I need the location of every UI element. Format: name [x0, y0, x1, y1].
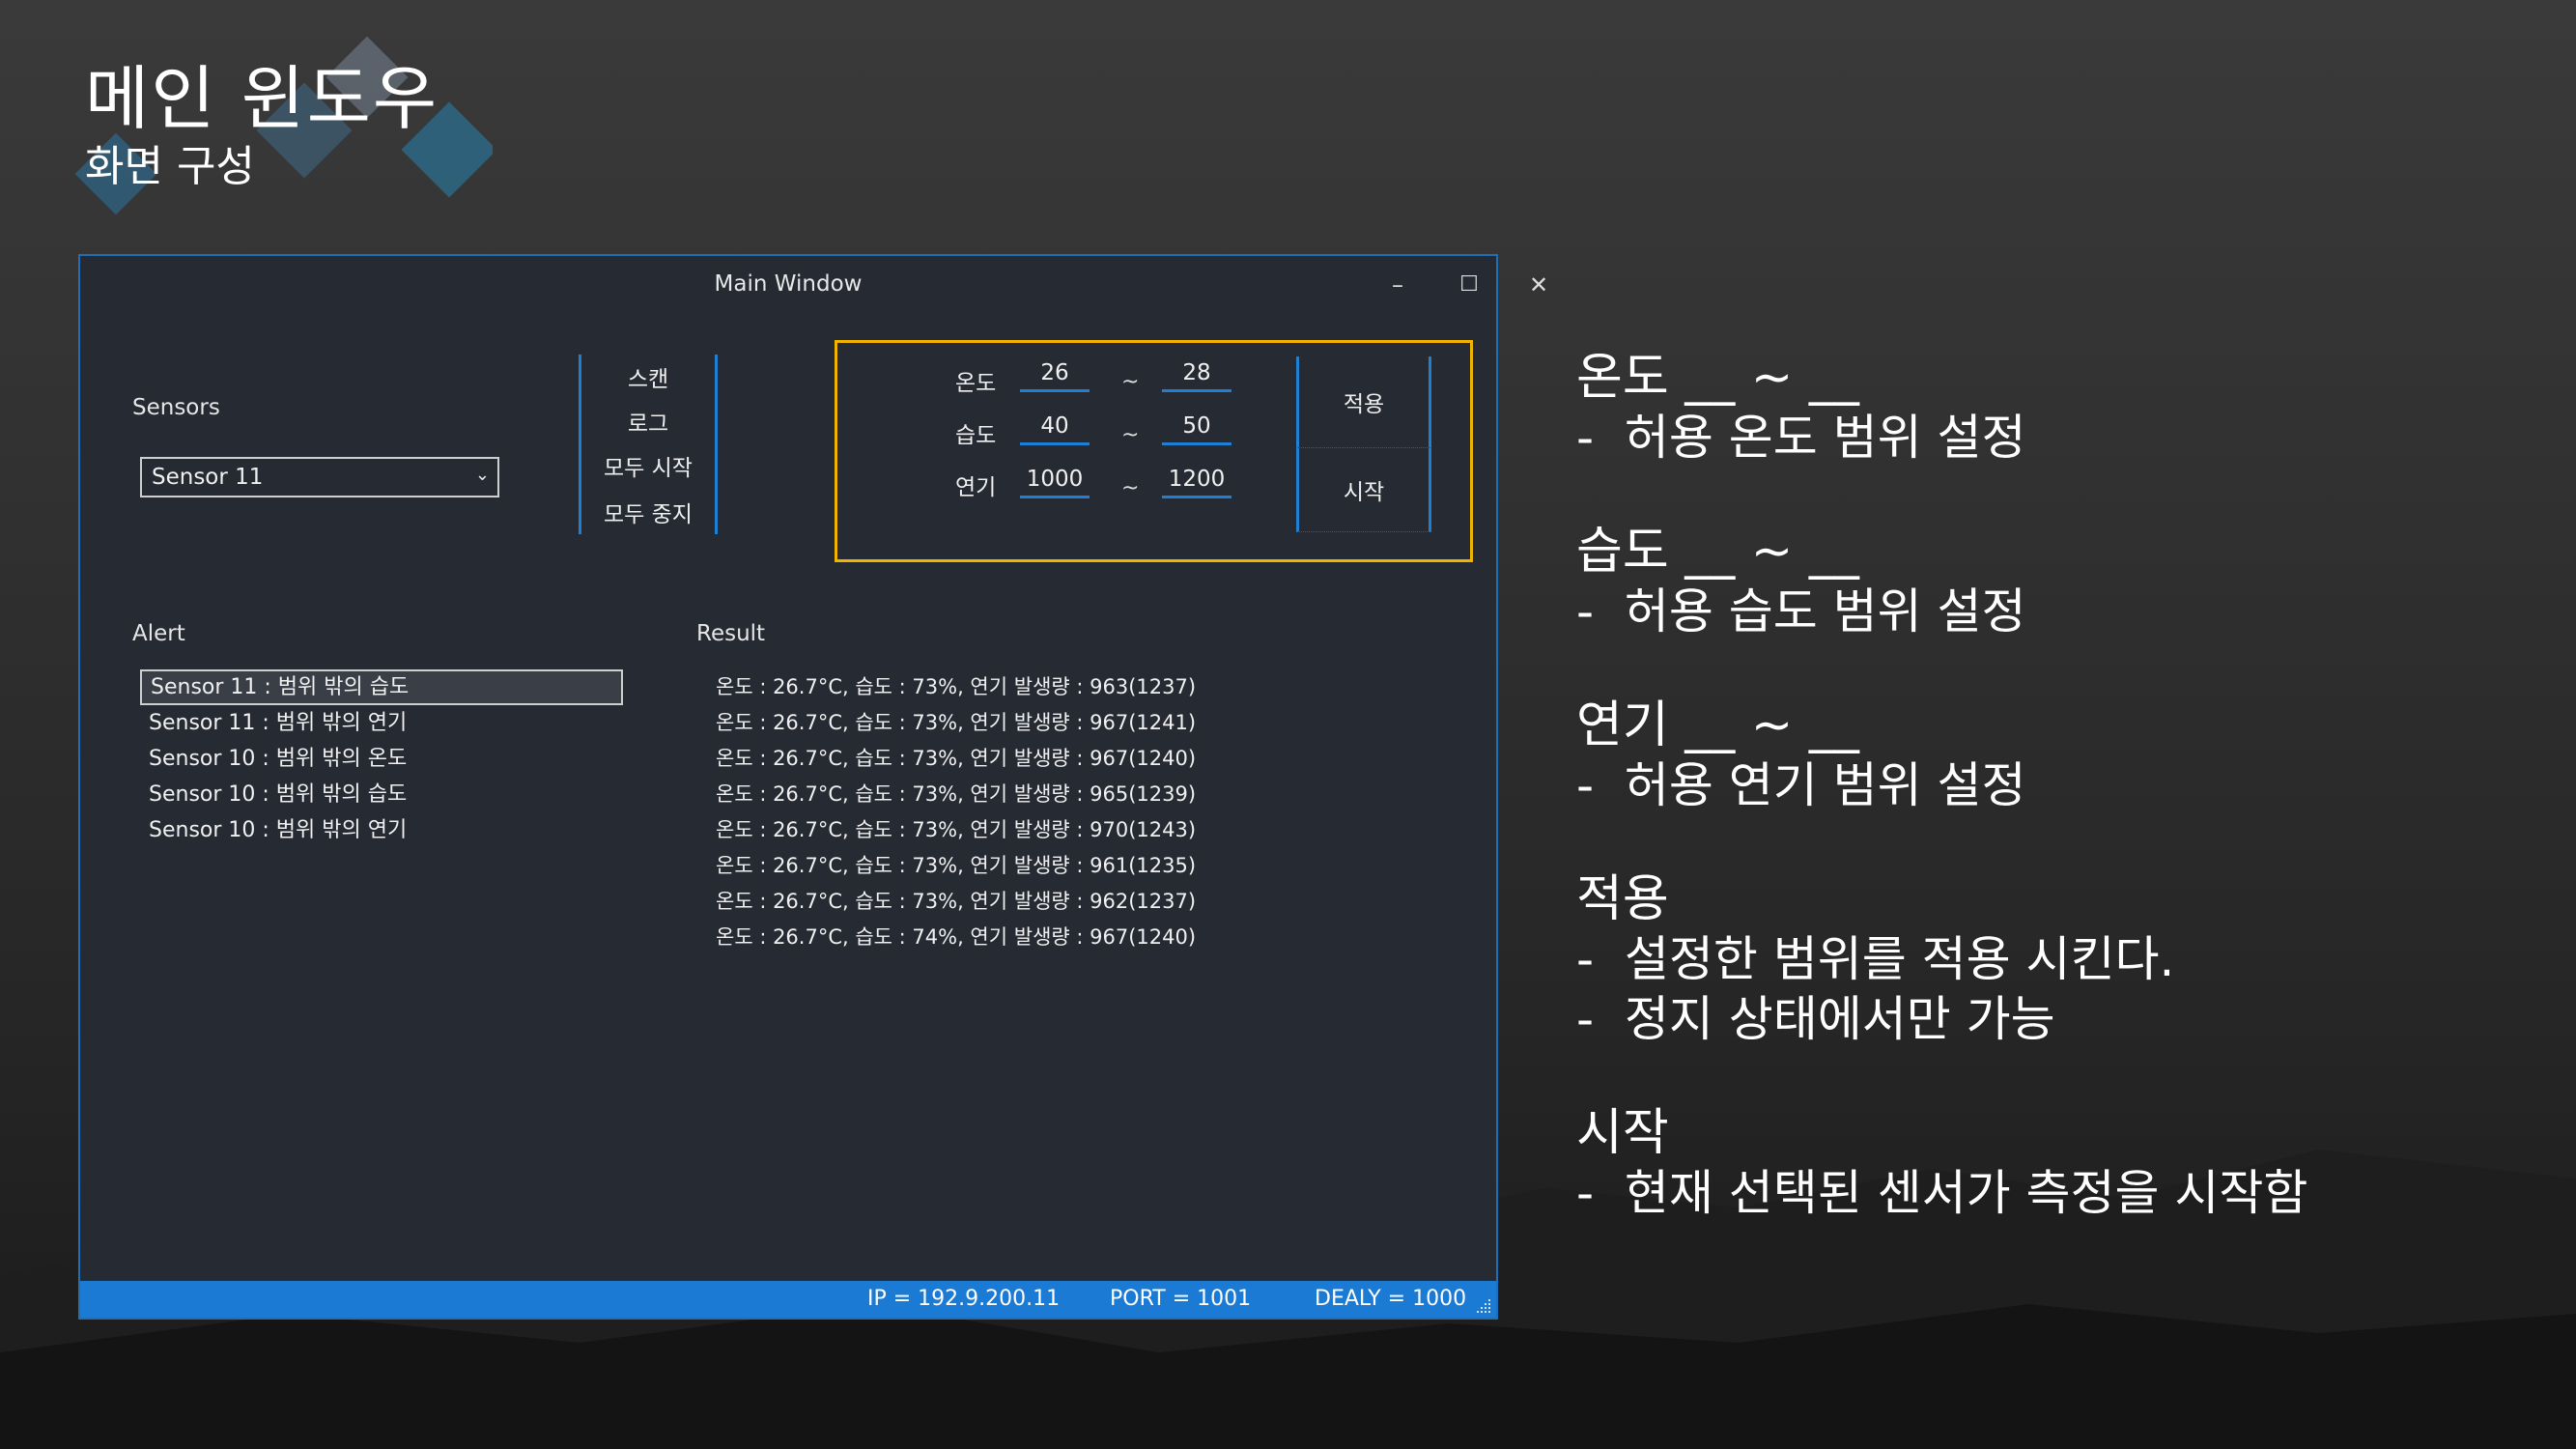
note-apply: 적용 - 설정한 범위를 적용 시킨다. - 정지 상태에서만 가능: [1576, 869, 2542, 1049]
command-menu: 스캔 로그 모두 시작 모두 중지: [579, 355, 718, 534]
note-heading: 시작: [1576, 1104, 1669, 1162]
start-all-button[interactable]: 모두 시작: [581, 449, 715, 482]
temp-label: 온도: [955, 371, 997, 396]
result-item[interactable]: 온도 : 26.7°C, 습도 : 73%, 연기 발생량 : 963(1237…: [716, 669, 1450, 705]
alert-label: Alert: [132, 621, 185, 646]
sensor-select-value: Sensor 11: [152, 465, 264, 490]
note-line: - 허용 연기 범위 설정: [1576, 757, 2026, 813]
title-bar[interactable]: Main Window – ☐ ✕: [80, 256, 1549, 316]
note-heading: 적용: [1576, 870, 1669, 928]
temp-tilde: ~: [1121, 370, 1140, 394]
status-port: PORT = 1001: [1110, 1287, 1252, 1311]
apply-button[interactable]: 적용: [1296, 356, 1431, 447]
note-heading: 온도 __ ~ __: [1576, 349, 1859, 407]
minimize-button[interactable]: –: [1378, 266, 1417, 304]
status-ip: IP = 192.9.200.11: [867, 1287, 1061, 1311]
result-item[interactable]: 온도 : 26.7°C, 습도 : 73%, 연기 발생량 : 961(1235…: [716, 848, 1450, 884]
status-bar: IP = 192.9.200.11 PORT = 1001 DEALY = 10…: [80, 1281, 1496, 1318]
result-item[interactable]: 온도 : 26.7°C, 습도 : 73%, 연기 발생량 : 965(1239…: [716, 777, 1450, 812]
result-item[interactable]: 온도 : 26.7°C, 습도 : 73%, 연기 발생량 : 970(1243…: [716, 812, 1450, 848]
note-heading: 습도 __ ~ __: [1576, 523, 1859, 581]
alert-list: Sensor 11 : 범위 밖의 습도 Sensor 11 : 범위 밖의 연…: [140, 669, 623, 848]
note-line: - 현재 선택된 센서가 측정을 시작함: [1576, 1165, 2308, 1221]
start-button-label: 시작: [1343, 480, 1385, 505]
note-line: - 허용 습도 범위 설정: [1576, 583, 2026, 639]
log-button[interactable]: 로그: [581, 405, 715, 438]
close-button[interactable]: ✕: [1519, 266, 1558, 304]
apply-button-label: 적용: [1343, 392, 1385, 417]
chevron-down-icon: ⌄: [474, 465, 490, 485]
alert-item[interactable]: Sensor 11 : 범위 밖의 연기: [140, 705, 623, 741]
sensor-select[interactable]: Sensor 11 ⌄: [140, 457, 499, 497]
alert-item[interactable]: Sensor 11 : 범위 밖의 습도: [140, 669, 623, 705]
note-line: - 설정한 범위를 적용 시킨다.: [1576, 931, 2175, 987]
smoke-max-input[interactable]: 1200: [1162, 463, 1231, 498]
result-item[interactable]: 온도 : 26.7°C, 습도 : 73%, 연기 발생량 : 962(1237…: [716, 884, 1450, 920]
slide-subtitle: 화면 구성: [85, 142, 255, 191]
scan-button[interactable]: 스캔: [581, 360, 715, 393]
note-smoke: 연기 __ ~ __ - 허용 연기 범위 설정: [1576, 696, 2542, 815]
stop-all-button[interactable]: 모두 중지: [581, 496, 715, 528]
note-humidity: 습도 __ ~ __ - 허용 습도 범위 설정: [1576, 522, 2542, 641]
humidity-min-input[interactable]: 40: [1020, 410, 1090, 445]
description-notes: 온도 __ ~ __ - 허용 온도 범위 설정 습도 __ ~ __ - 허용…: [1576, 348, 2542, 1223]
resize-grip-icon[interactable]: [1473, 1295, 1492, 1315]
temp-max-input[interactable]: 28: [1162, 356, 1231, 392]
note-line: - 허용 온도 범위 설정: [1576, 410, 2026, 466]
smoke-label: 연기: [955, 475, 997, 500]
range-settings-panel: 온도 26 ~ 28 습도 40 ~ 50 연기 1000 ~ 1200 적용 …: [835, 340, 1473, 562]
temp-min-input[interactable]: 26: [1020, 356, 1090, 392]
result-item[interactable]: 온도 : 26.7°C, 습도 : 74%, 연기 발생량 : 967(1240…: [716, 920, 1450, 955]
smoke-tilde: ~: [1121, 476, 1140, 500]
alert-item[interactable]: Sensor 10 : 범위 밖의 습도: [140, 777, 623, 812]
humidity-label: 습도: [955, 423, 997, 448]
alert-item[interactable]: Sensor 10 : 범위 밖의 연기: [140, 812, 623, 848]
slide-title: 메인 윈도우: [85, 58, 439, 139]
result-list: 온도 : 26.7°C, 습도 : 73%, 연기 발생량 : 963(1237…: [716, 669, 1450, 955]
sensors-label: Sensors: [132, 395, 220, 420]
window-title: Main Window: [714, 271, 863, 297]
humidity-tilde: ~: [1121, 423, 1140, 447]
result-label: Result: [696, 621, 766, 646]
note-temp: 온도 __ ~ __ - 허용 온도 범위 설정: [1576, 348, 2542, 468]
note-heading: 연기 __ ~ __: [1576, 696, 1859, 754]
humidity-max-input[interactable]: 50: [1162, 410, 1231, 445]
maximize-button[interactable]: ☐: [1450, 266, 1488, 304]
note-start: 시작 - 현재 선택된 센서가 측정을 시작함: [1576, 1103, 2542, 1223]
status-delay: DEALY = 1000: [1315, 1287, 1467, 1311]
smoke-min-input[interactable]: 1000: [1020, 463, 1090, 498]
start-button[interactable]: 시작: [1296, 447, 1431, 532]
alert-item[interactable]: Sensor 10 : 범위 밖의 온도: [140, 741, 623, 777]
result-item[interactable]: 온도 : 26.7°C, 습도 : 73%, 연기 발생량 : 967(1241…: [716, 705, 1450, 741]
result-item[interactable]: 온도 : 26.7°C, 습도 : 73%, 연기 발생량 : 967(1240…: [716, 741, 1450, 777]
note-line: - 정지 상태에서만 가능: [1576, 991, 2055, 1047]
main-window: Main Window – ☐ ✕ Sensors Sensor 11 ⌄ 스캔…: [78, 254, 1549, 1320]
slide-title-block: 메인 윈도우 화면 구성: [85, 58, 439, 193]
